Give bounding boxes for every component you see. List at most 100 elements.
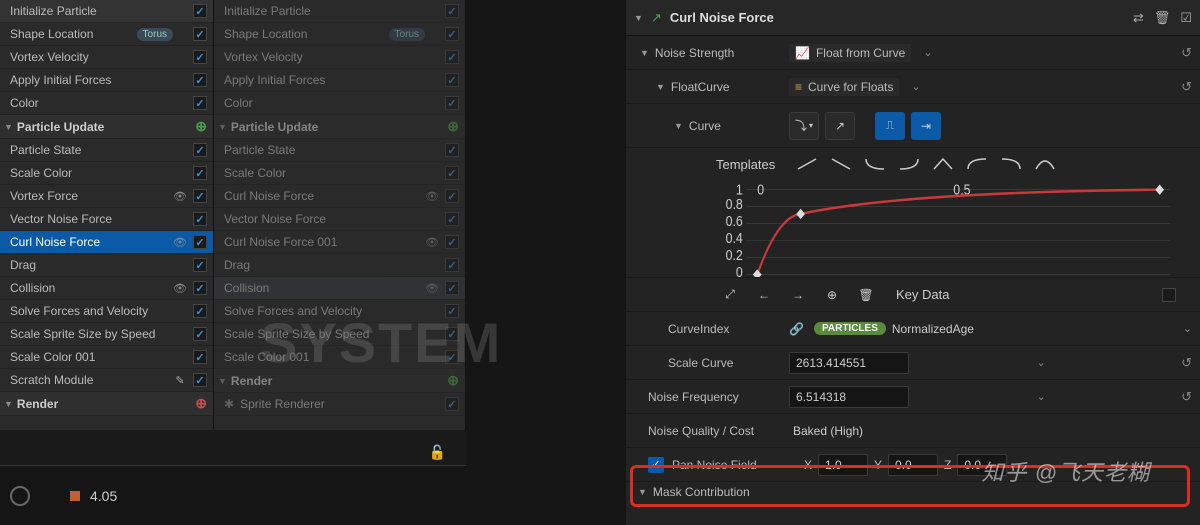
- template-bell[interactable]: [1029, 152, 1061, 176]
- curve-mode-a-button[interactable]: ⎍: [875, 112, 905, 140]
- module-group-header[interactable]: ▼Render⊕: [214, 369, 465, 393]
- add-key-icon[interactable]: ⊕: [818, 283, 846, 307]
- collapse-icon[interactable]: ▼: [4, 122, 13, 132]
- module-group-header[interactable]: ▼Particle Update⊕: [0, 115, 213, 139]
- collapse-icon[interactable]: ▼: [634, 13, 643, 23]
- key-data-checkbox[interactable]: [1162, 288, 1176, 302]
- template-ease-up[interactable]: [961, 152, 993, 176]
- add-module-icon[interactable]: ⊕: [195, 395, 207, 412]
- curve-graph[interactable]: 1 0.8 0.6 0.4 0.2 0 0 0.5: [716, 180, 1170, 277]
- template-ease-out-down[interactable]: [859, 152, 891, 176]
- module-row[interactable]: Collision👁✓: [0, 277, 213, 300]
- module-row[interactable]: Scale Color 001✓: [214, 346, 465, 369]
- module-row[interactable]: Shape LocationTorus✓: [0, 23, 213, 46]
- module-checkbox[interactable]: ✓: [193, 50, 207, 64]
- module-row[interactable]: Initialize Particle✓: [214, 0, 465, 23]
- module-checkbox[interactable]: ✓: [193, 4, 207, 18]
- value-curve-for-floats[interactable]: ≡ Curve for Floats: [789, 78, 899, 96]
- module-checkbox[interactable]: ✓: [445, 73, 459, 87]
- reset-icon[interactable]: ↺: [1173, 45, 1192, 61]
- expand-icon[interactable]: ▼: [640, 48, 649, 58]
- module-checkbox[interactable]: ✓: [193, 235, 207, 249]
- template-peak[interactable]: [927, 152, 959, 176]
- dropdown-icon[interactable]: ⌄: [923, 46, 932, 59]
- module-row[interactable]: Vector Noise Force✓: [214, 208, 465, 231]
- expand-icon[interactable]: ▼: [638, 487, 647, 497]
- module-row[interactable]: Collision👁✓: [214, 277, 465, 300]
- goto-icon[interactable]: ↗: [651, 10, 662, 26]
- module-checkbox[interactable]: ✓: [445, 397, 459, 411]
- module-row[interactable]: Scale Sprite Size by Speed✓: [0, 323, 213, 346]
- module-checkbox[interactable]: ✓: [445, 27, 459, 41]
- timeline-knob[interactable]: [10, 486, 30, 506]
- module-checkbox[interactable]: ✓: [445, 327, 459, 341]
- module-row[interactable]: Scale Color✓: [214, 162, 465, 185]
- shuffle-icon[interactable]: ⇄: [1133, 10, 1144, 26]
- module-row[interactable]: Particle State✓: [0, 139, 213, 162]
- module-row[interactable]: Scale Sprite Size by Speed✓: [214, 323, 465, 346]
- pan-noise-checkbox[interactable]: ✓: [648, 457, 664, 473]
- module-row[interactable]: Vortex Force👁✓: [0, 185, 213, 208]
- module-row[interactable]: Particle State✓: [214, 139, 465, 162]
- module-checkbox[interactable]: ✓: [193, 166, 207, 180]
- add-module-icon[interactable]: ⊕: [447, 118, 459, 135]
- expand-icon[interactable]: ▼: [656, 82, 665, 92]
- reset-icon[interactable]: ↺: [1173, 389, 1192, 405]
- visibility-icon[interactable]: 👁: [173, 282, 187, 295]
- dropdown-icon[interactable]: ⌄: [1036, 390, 1045, 403]
- module-checkbox[interactable]: ✓: [445, 166, 459, 180]
- module-checkbox[interactable]: ✓: [445, 258, 459, 272]
- dropdown-icon[interactable]: ⌄: [1036, 356, 1045, 369]
- expand-icon[interactable]: ▼: [674, 121, 683, 131]
- module-checkbox[interactable]: ✓: [193, 258, 207, 272]
- module-row[interactable]: Initialize Particle✓: [0, 0, 213, 23]
- module-checkbox[interactable]: ✓: [445, 281, 459, 295]
- collapse-icon[interactable]: ▼: [4, 399, 13, 409]
- add-module-icon[interactable]: ⊕: [447, 372, 459, 389]
- module-row[interactable]: Curl Noise Force 001👁✓: [214, 231, 465, 254]
- module-checkbox[interactable]: ✓: [445, 96, 459, 110]
- visibility-icon[interactable]: 👁: [425, 190, 439, 203]
- dropdown-icon[interactable]: ⌄: [911, 80, 920, 93]
- value-float-from-curve[interactable]: 📈 Float from Curve: [789, 44, 911, 62]
- module-row[interactable]: Scale Color 001✓: [0, 346, 213, 369]
- module-checkbox[interactable]: ✓: [445, 189, 459, 203]
- add-module-icon[interactable]: ⊕: [195, 118, 207, 135]
- scratch-icon[interactable]: ✎: [173, 374, 187, 387]
- module-checkbox[interactable]: ✓: [445, 304, 459, 318]
- reset-icon[interactable]: ↺: [1173, 79, 1192, 95]
- module-checkbox[interactable]: ✓: [193, 189, 207, 203]
- delete-key-icon[interactable]: 🗑: [852, 283, 880, 307]
- module-checkbox[interactable]: ✓: [445, 4, 459, 18]
- module-group-header[interactable]: ▼Particle Update⊕: [214, 115, 465, 139]
- module-checkbox[interactable]: ✓: [193, 73, 207, 87]
- module-checkbox[interactable]: ✓: [193, 373, 207, 387]
- module-row[interactable]: Curl Noise Force👁✓: [214, 185, 465, 208]
- particles-pill[interactable]: PARTICLES: [814, 322, 886, 335]
- dropdown-icon[interactable]: ⌄: [1183, 322, 1192, 335]
- curve-mode-b-button[interactable]: ⇥: [911, 112, 941, 140]
- module-row[interactable]: Scale Color✓: [0, 162, 213, 185]
- prev-key-icon[interactable]: ←: [750, 283, 778, 307]
- collapse-icon[interactable]: ▼: [218, 376, 227, 386]
- module-checkbox[interactable]: ✓: [193, 350, 207, 364]
- module-row[interactable]: Vortex Velocity✓: [0, 46, 213, 69]
- curve-import-button[interactable]: ⤵▾: [789, 112, 819, 140]
- module-checkbox[interactable]: ✓: [445, 212, 459, 226]
- module-row[interactable]: Solve Forces and Velocity✓: [0, 300, 213, 323]
- module-checkbox[interactable]: ✓: [445, 143, 459, 157]
- scale-curve-input[interactable]: 2613.414551: [789, 352, 909, 374]
- module-checkbox[interactable]: ✓: [193, 304, 207, 318]
- module-row[interactable]: Solve Forces and Velocity✓: [214, 300, 465, 323]
- module-checkbox[interactable]: ✓: [193, 27, 207, 41]
- trash-icon[interactable]: 🗑: [1154, 10, 1171, 26]
- module-checkbox[interactable]: ✓: [445, 235, 459, 249]
- module-checkbox[interactable]: ✓: [193, 143, 207, 157]
- module-row[interactable]: Shape LocationTorus✓: [214, 23, 465, 46]
- pan-noise-x-input[interactable]: 1.0: [818, 454, 868, 476]
- module-row[interactable]: Vector Noise Force✓: [0, 208, 213, 231]
- template-linear-down[interactable]: [825, 152, 857, 176]
- module-row[interactable]: ✱Sprite Renderer✓: [214, 393, 465, 416]
- noise-frequency-input[interactable]: 6.514318: [789, 386, 909, 408]
- visibility-icon[interactable]: 👁: [173, 236, 187, 249]
